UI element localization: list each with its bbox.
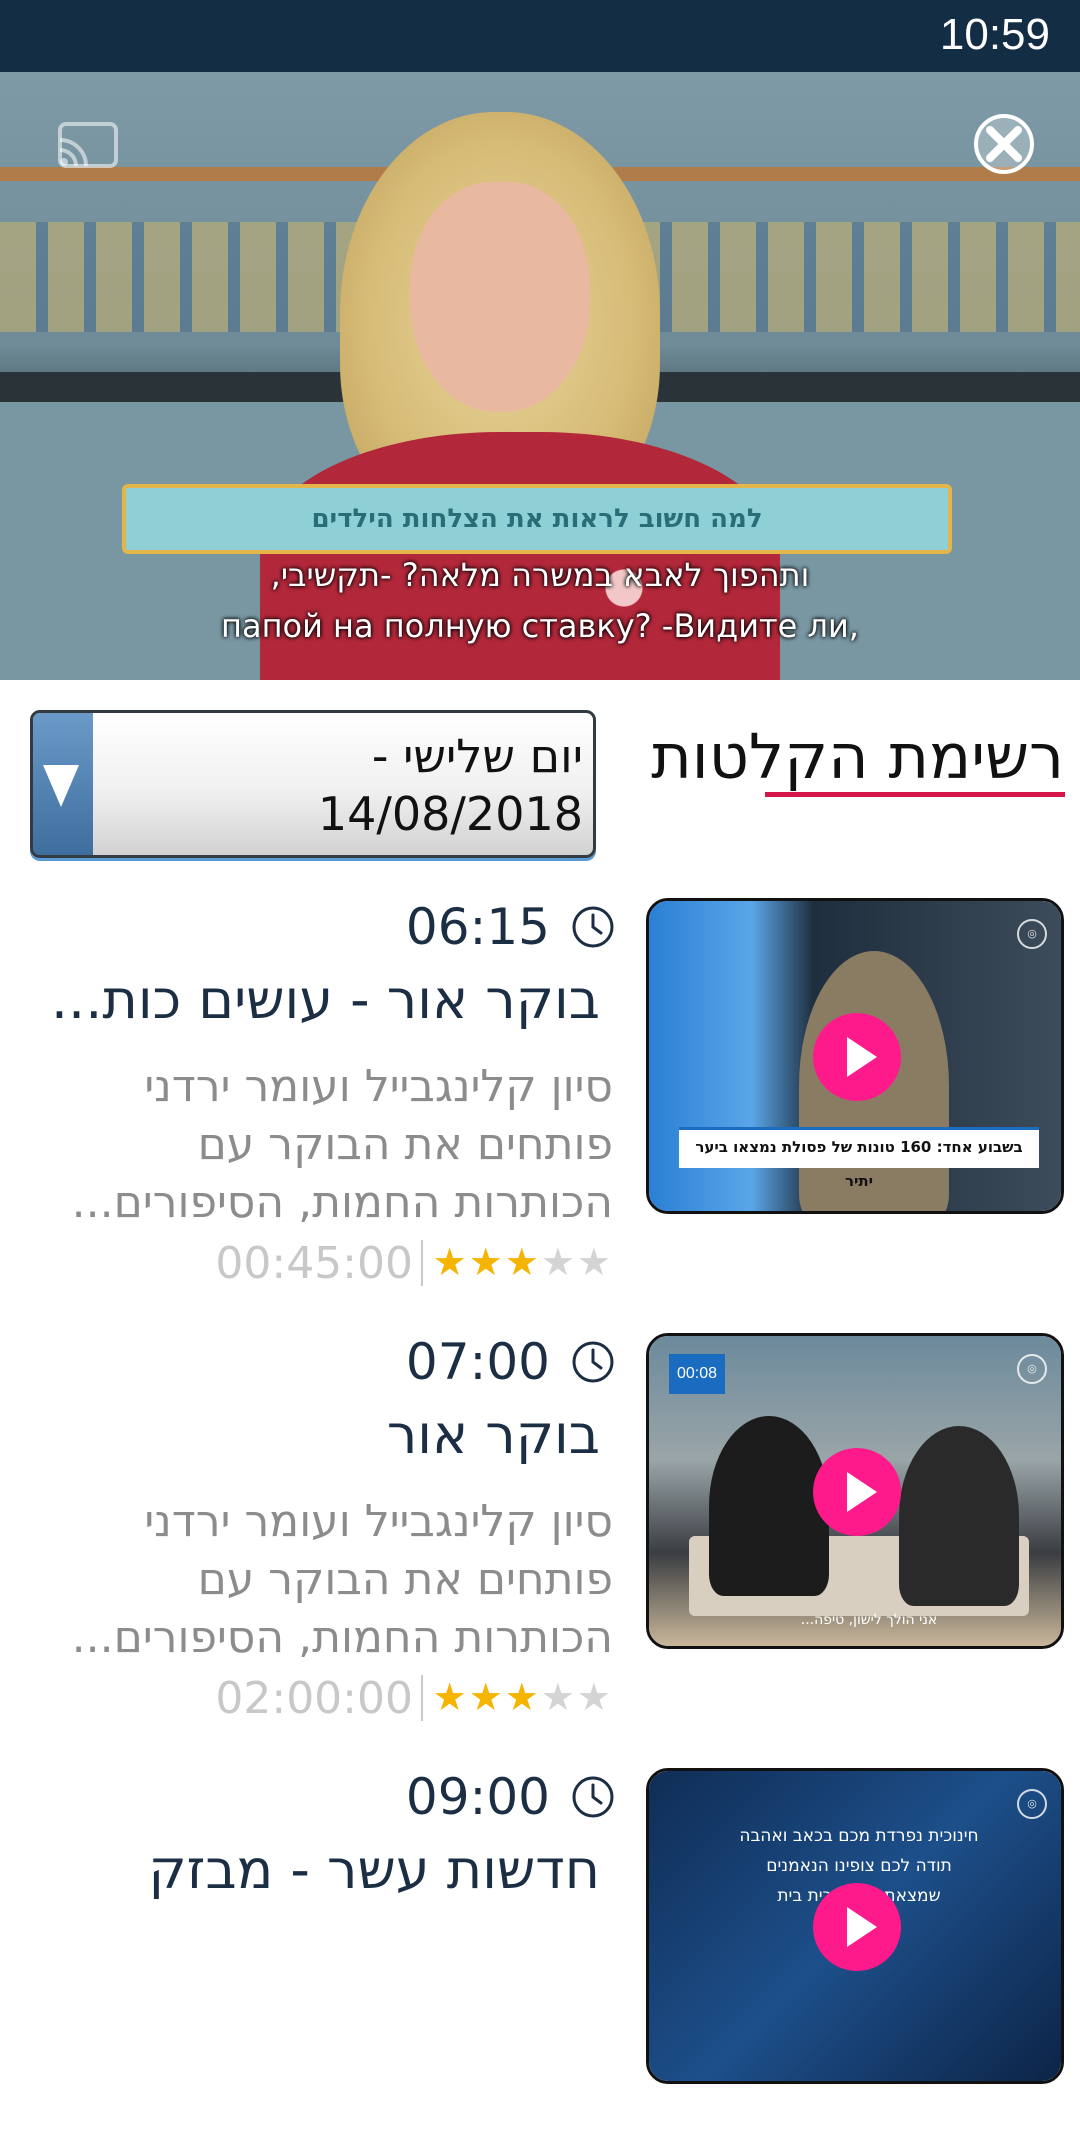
channel-logo-icon: ◎ — [1017, 1789, 1047, 1819]
star-icon: ★ — [468, 1240, 505, 1284]
episode-thumbnail[interactable]: בשבוע אחד: 160 טונות של פסולת נמצאו ביער… — [646, 898, 1064, 1214]
close-icon[interactable] — [972, 112, 1036, 176]
subtitle-line-2: папой на полную ставку? -Видите ли, — [221, 607, 859, 645]
clock-icon — [572, 1341, 614, 1383]
play-icon[interactable] — [813, 1448, 901, 1536]
star-icon: ★ — [504, 1675, 541, 1719]
episode-title: בוקר אור - עושים כות... — [50, 968, 600, 1031]
episode-description: סיון קלינגבייל ועומר ירדני פותחים את הבו… — [71, 1496, 613, 1663]
rating-stars: ★★★★★ — [433, 1240, 613, 1284]
star-icon: ★ — [432, 1240, 469, 1284]
star-icon: ★ — [468, 1675, 505, 1719]
list-item[interactable]: בשבוע אחד: 160 טונות של פסולת נמצאו ביער… — [0, 898, 1080, 1289]
star-icon: ★ — [576, 1675, 613, 1719]
subtitle-line-1: ותהפוך לאבא במשרה מלאה? -תקשיבי, — [270, 556, 810, 594]
thumbnail-banner: בשבוע אחד: 160 טונות של פסולת נמצאו ביער… — [679, 1127, 1039, 1190]
channel-logo-icon: ◎ — [1017, 1354, 1047, 1384]
list-item[interactable]: חינוכית נפרדת מכם בכאב ואהבה תודה לכם צו… — [0, 1768, 1080, 2148]
play-icon[interactable] — [813, 1013, 901, 1101]
list-item[interactable]: 00:08 אני הולך לישון, טיפה... ◎ 07:00 בו… — [0, 1333, 1080, 1724]
status-time: 10:59 — [939, 10, 1050, 59]
thumbnail-caption: אני הולך לישון, טיפה... — [800, 1612, 938, 1628]
episode-time: 06:15 — [405, 898, 550, 956]
thumbnail-badge: 00:08 — [669, 1354, 725, 1394]
play-icon[interactable] — [813, 1883, 901, 1971]
episode-thumbnail[interactable]: חינוכית נפרדת מכם בכאב ואהבה תודה לכם צו… — [646, 1768, 1064, 2084]
date-select[interactable]: יום שלישי - 14/08/2018 — [30, 710, 596, 858]
rating-stars: ★★★★★ — [433, 1675, 613, 1719]
episode-time: 07:00 — [405, 1333, 550, 1391]
page-title: רשימת הקלטות — [651, 720, 1064, 793]
video-player[interactable]: למה חשוב לראות את הצלחות הילדים ותהפוך ל… — [0, 72, 1080, 680]
episode-duration: 02:00:00 — [215, 1673, 413, 1724]
episode-thumbnail[interactable]: 00:08 אני הולך לישון, טיפה... ◎ — [646, 1333, 1064, 1649]
episode-description: סיון קלינגבייל ועומר ירדני פותחים את הבו… — [71, 1061, 613, 1228]
episode-title: בוקר אור — [386, 1403, 600, 1466]
star-icon: ★ — [540, 1675, 577, 1719]
video-topic-bar: למה חשוב לראות את הצלחות הילדים — [122, 484, 952, 554]
episode-time: 09:00 — [405, 1768, 550, 1826]
episode-title: חדשות עשר - מבזק — [148, 1838, 600, 1901]
title-underline — [765, 792, 1065, 797]
channel-logo-icon: ◎ — [1017, 919, 1047, 949]
status-bar: 10:59 — [0, 0, 1080, 72]
clock-icon — [572, 1776, 614, 1818]
chevron-down-icon — [43, 765, 79, 807]
clock-icon — [572, 906, 614, 948]
date-select-value: יום שלישי - 14/08/2018 — [317, 729, 583, 841]
star-icon: ★ — [504, 1240, 541, 1284]
star-icon: ★ — [432, 1675, 469, 1719]
episode-duration: 00:45:00 — [215, 1238, 413, 1289]
star-icon: ★ — [540, 1240, 577, 1284]
star-icon: ★ — [576, 1240, 613, 1284]
select-arrow-button[interactable] — [33, 713, 93, 855]
cast-icon[interactable] — [56, 120, 120, 170]
